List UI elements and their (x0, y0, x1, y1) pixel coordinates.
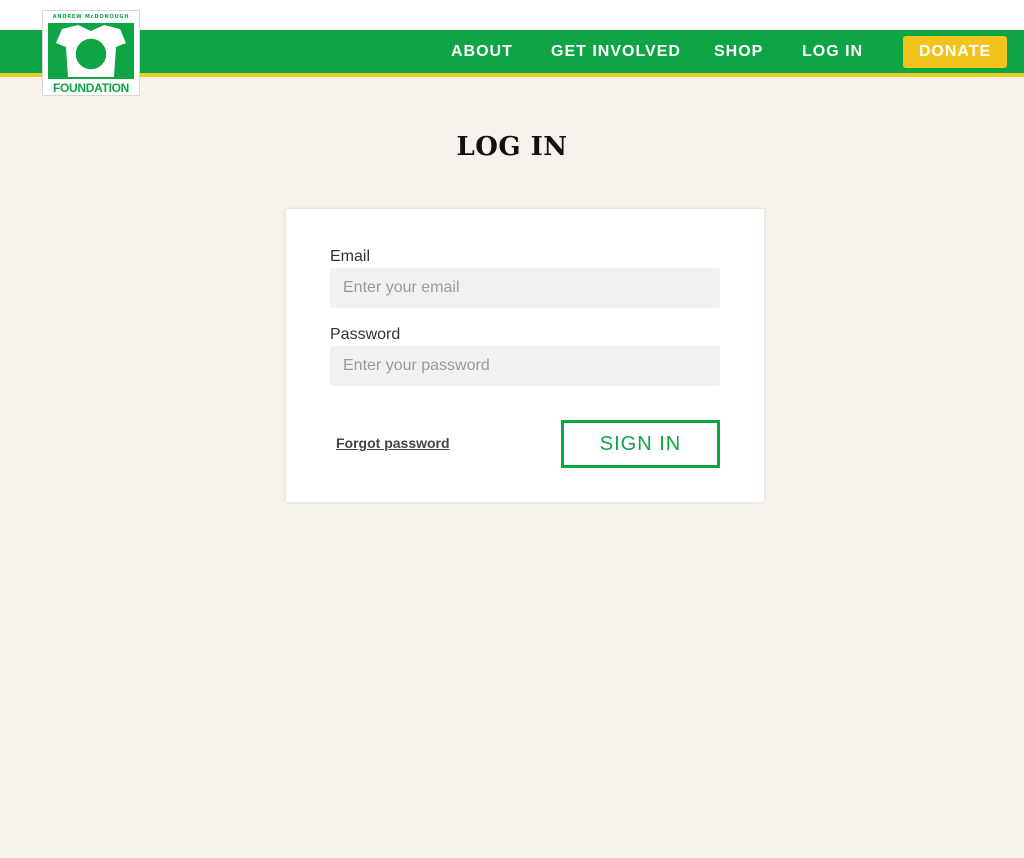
page-title: LOG IN (456, 132, 568, 162)
nav-about[interactable]: ABOUT (451, 43, 513, 61)
navigation-stripe (0, 73, 1024, 77)
top-white-bar (0, 0, 1024, 30)
nav-get-involved[interactable]: GET INVOLVED (551, 43, 681, 61)
email-label: Email (330, 248, 371, 265)
logo-mark-text: B+ (76, 43, 103, 65)
donate-button[interactable]: DONATE (903, 36, 1007, 68)
nav-log-in[interactable]: LOG IN (802, 43, 863, 61)
logo-top-text: ANDREW McDONOUGH (52, 14, 130, 20)
site-logo[interactable]: ANDREW McDONOUGH B+ FOUNDATION (42, 10, 140, 96)
sign-in-button[interactable]: SIGN IN (561, 420, 720, 468)
email-field[interactable] (330, 268, 720, 308)
nav-shop[interactable]: SHOP (714, 43, 763, 61)
login-card: Email Password Forgot password SIGN IN (286, 209, 764, 502)
password-field[interactable] (330, 346, 720, 386)
logo-shirt-icon: B+ (48, 23, 134, 79)
forgot-password-link[interactable]: Forgot password (336, 435, 450, 451)
logo-name: FOUNDATION (52, 81, 130, 95)
password-label: Password (330, 326, 401, 343)
